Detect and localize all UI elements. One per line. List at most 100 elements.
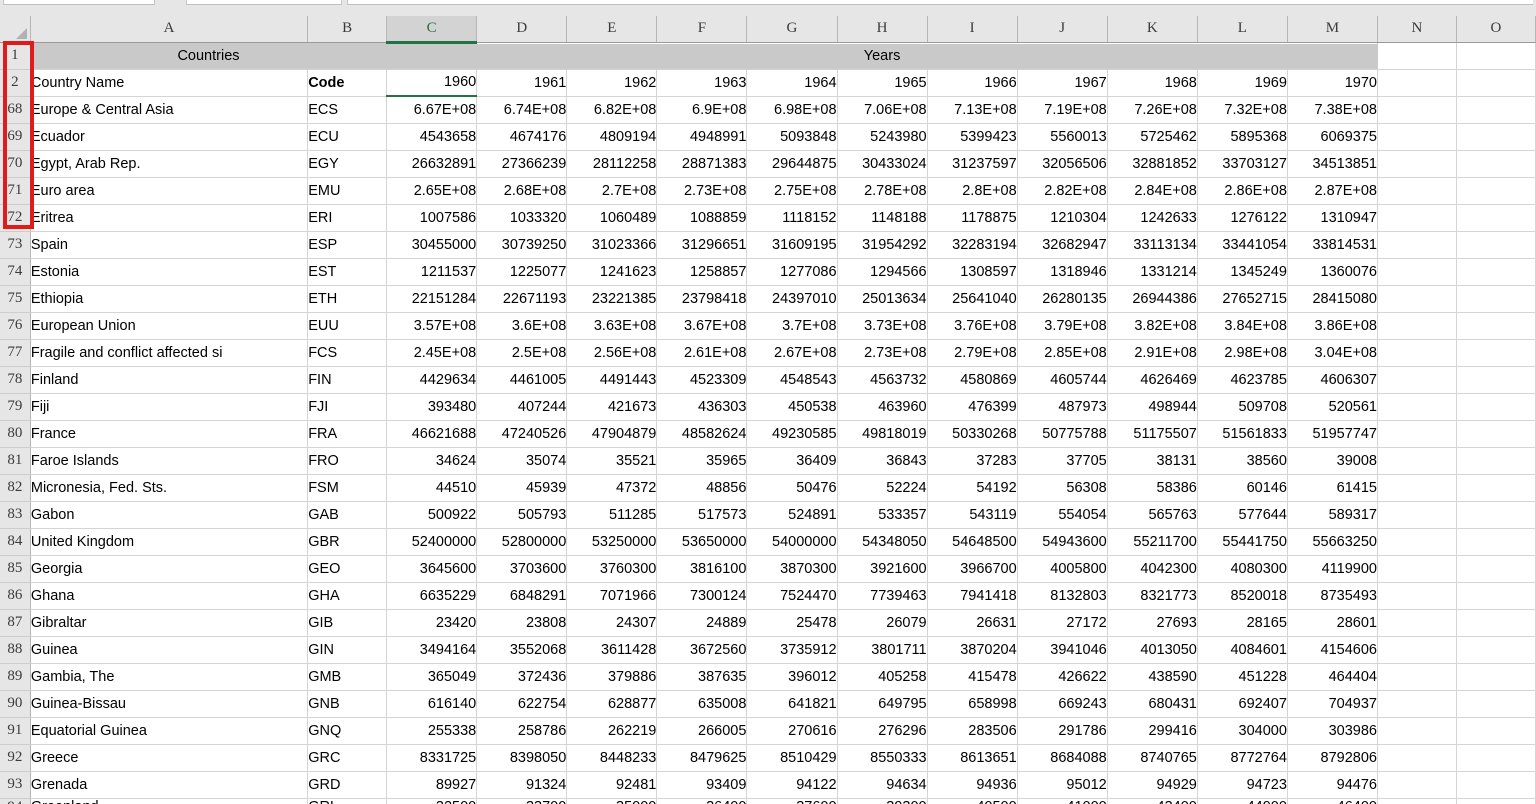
row-header-77[interactable]: 77 [0,339,31,367]
row-header-87[interactable]: 87 [0,609,31,637]
cell-value-1961[interactable]: 505793 [476,501,568,529]
cell-value-1968[interactable]: 51175507 [1107,420,1198,448]
cell-value-1961[interactable]: 52800000 [476,528,568,556]
header-year-1963[interactable]: 1963 [656,69,748,97]
name-box-bottom-edge[interactable] [3,0,155,5]
empty-cell[interactable] [1456,420,1536,448]
cell-value-1969[interactable]: 509708 [1197,393,1288,421]
cell-value-1967[interactable]: 26280135 [1017,285,1108,313]
cell-value-1964[interactable]: 7524470 [746,582,838,610]
cell-value-1965[interactable]: 4563732 [837,366,928,394]
empty-cell[interactable] [1456,555,1536,583]
cell-value-1968[interactable]: 32881852 [1107,150,1198,178]
empty-cell[interactable] [1456,339,1536,367]
cell-value-1962[interactable]: 47904879 [566,420,658,448]
cell-value-1968[interactable]: 4626469 [1107,366,1198,394]
cell-value-1964[interactable]: 2.75E+08 [746,177,838,205]
cell-value-1960[interactable]: 2.65E+08 [386,177,478,205]
empty-cell[interactable] [1377,528,1457,556]
cell-value-1961[interactable]: 3.6E+08 [476,312,568,340]
cell-value-1965[interactable]: 52224 [837,474,928,502]
cell-value-1966[interactable]: 3.76E+08 [927,312,1018,340]
cell-value-1966[interactable]: 543119 [927,501,1018,529]
cell-country-code[interactable]: EUU [307,312,388,340]
cell-value-1960[interactable]: 32500 [386,798,478,804]
cell-value-1968[interactable]: 4013050 [1107,636,1198,664]
cell-value-1969[interactable]: 33441054 [1197,231,1288,259]
empty-cell[interactable] [1377,123,1457,151]
column-header-N[interactable]: N [1377,16,1457,43]
cell-value-1969[interactable]: 5895368 [1197,123,1288,151]
cell-value-1966[interactable]: 8613651 [927,744,1018,772]
cell-country-code[interactable]: GRL [307,798,388,804]
cell-country-code[interactable]: FRO [307,447,388,475]
cell-value-1966[interactable]: 37283 [927,447,1018,475]
row-header-94[interactable]: 94 [0,798,31,804]
cell-value-1961[interactable]: 1033320 [476,204,568,232]
empty-cell[interactable] [1377,69,1457,97]
column-header-F[interactable]: F [656,16,748,43]
cell-value-1961[interactable]: 3552068 [476,636,568,664]
cell-value-1967[interactable]: 487973 [1017,393,1108,421]
cell-value-1968[interactable]: 299416 [1107,717,1198,745]
cell-value-1963[interactable]: 8479625 [656,744,748,772]
empty-cell[interactable] [1377,636,1457,664]
cell-value-1961[interactable]: 4461005 [476,366,568,394]
empty-cell[interactable] [1456,663,1536,691]
header-year-1966[interactable]: 1966 [927,69,1018,97]
cell-value-1960[interactable]: 4429634 [386,366,478,394]
cell-value-1961[interactable]: 2.68E+08 [476,177,568,205]
header-year-1969[interactable]: 1969 [1197,69,1288,97]
cell-country-name[interactable]: Fiji [30,393,309,421]
row-header-71[interactable]: 71 [0,177,31,205]
cell-country-name[interactable]: Grenada [30,771,309,799]
empty-cell[interactable] [1377,609,1457,637]
empty-cell[interactable] [1456,123,1536,151]
spreadsheet-grid[interactable]: ABCDEFGHIJKLMNO 1 Countries Years 2 Country … [0,16,1536,804]
cell-value-1968[interactable]: 3.82E+08 [1107,312,1198,340]
cell-value-1968[interactable]: 498944 [1107,393,1198,421]
cell-value-1960[interactable]: 6635229 [386,582,478,610]
cell-value-1968[interactable]: 565763 [1107,501,1198,529]
cell-value-1961[interactable]: 30739250 [476,231,568,259]
cell-value-1962[interactable]: 6.82E+08 [566,96,658,124]
cell-value-1969[interactable]: 28165 [1197,609,1288,637]
cell-value-1964[interactable]: 4548543 [746,366,838,394]
empty-cell[interactable] [1377,771,1457,799]
empty-cell[interactable] [1456,582,1536,610]
empty-cell[interactable] [1377,474,1457,502]
column-header-C[interactable]: C [386,16,478,44]
cell-value-1960[interactable]: 616140 [386,690,478,718]
cell-value-1964[interactable]: 24397010 [746,285,838,313]
cell-country-code[interactable]: FJI [307,393,388,421]
cell-value-1963[interactable]: 436303 [656,393,748,421]
empty-cell[interactable] [1456,528,1536,556]
empty-cell[interactable] [1456,474,1536,502]
cell-value-1960[interactable]: 3645600 [386,555,478,583]
cell-value-1962[interactable]: 7071966 [566,582,658,610]
cell-value-1968[interactable]: 94929 [1107,771,1198,799]
cell-value-1964[interactable]: 50476 [746,474,838,502]
cell-value-1963[interactable]: 3816100 [656,555,748,583]
cell-value-1970[interactable]: 1310947 [1287,204,1378,232]
cell-value-1962[interactable]: 379886 [566,663,658,691]
cell-value-1962[interactable]: 8448233 [566,744,658,772]
cell-value-1966[interactable]: 94936 [927,771,1018,799]
header-country-name[interactable]: Country Name [30,69,309,97]
cell-value-1967[interactable]: 1210304 [1017,204,1108,232]
cell-country-name[interactable]: Finland [30,366,309,394]
cell-value-1968[interactable]: 680431 [1107,690,1198,718]
cell-value-1963[interactable]: 4948991 [656,123,748,151]
cell-value-1960[interactable]: 30455000 [386,231,478,259]
cell-value-1965[interactable]: 30433024 [837,150,928,178]
cell-value-1965[interactable]: 3921600 [837,555,928,583]
cell-value-1969[interactable]: 4623785 [1197,366,1288,394]
cell-value-1966[interactable]: 3966700 [927,555,1018,583]
cell-country-code[interactable]: GBR [307,528,388,556]
cell-value-1965[interactable]: 2.78E+08 [837,177,928,205]
cell-value-1968[interactable]: 33113134 [1107,231,1198,259]
cell-value-1968[interactable]: 2.84E+08 [1107,177,1198,205]
row-header-68[interactable]: 68 [0,96,31,124]
cell-value-1960[interactable]: 255338 [386,717,478,745]
cell-value-1968[interactable]: 43400 [1107,798,1198,804]
